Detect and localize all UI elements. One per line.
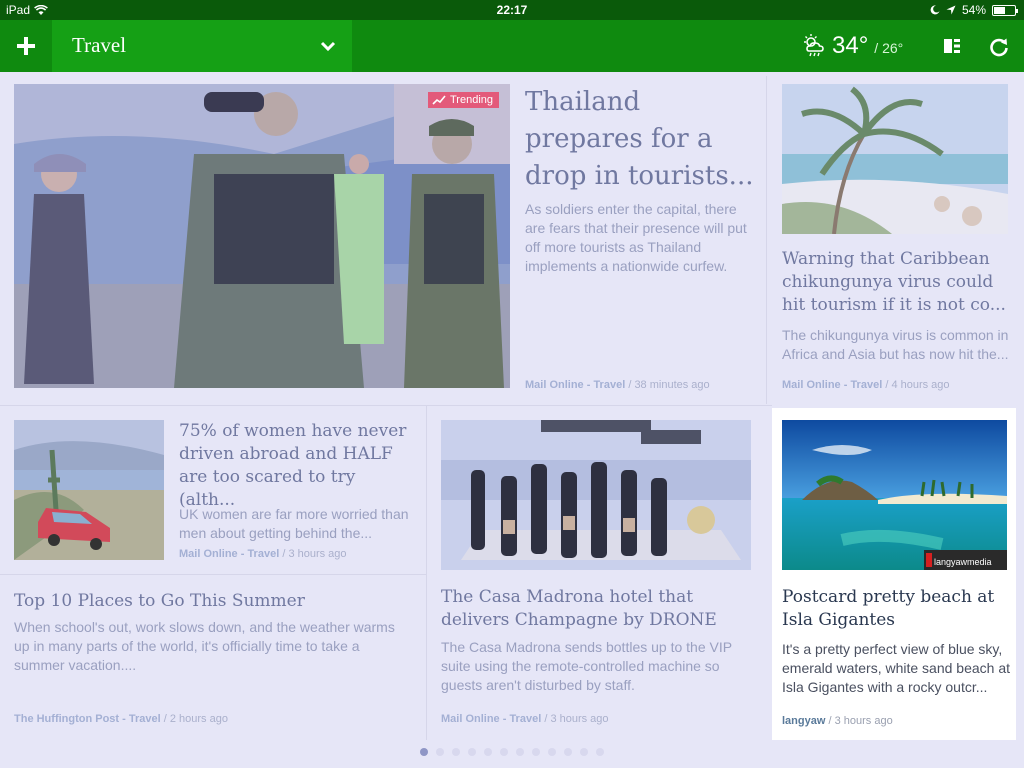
moon-icon	[930, 5, 940, 15]
article-meta: The Huffington Post - Travel / 2 hours a…	[14, 713, 228, 725]
battery-percent: 54%	[961, 3, 986, 17]
article-summary: UK women are far more worried than men a…	[179, 506, 409, 541]
article-card-highlighted[interactable]: langyawmedia Postcard pretty beach at Is…	[772, 408, 1016, 740]
article-source[interactable]: Mail Online - Travel	[441, 713, 541, 725]
section-dropdown[interactable]: Travel	[52, 20, 352, 76]
page-dot[interactable]	[436, 748, 444, 756]
refresh-icon[interactable]	[988, 36, 1010, 58]
article-grid: Trending Thailand prepares for a drop in…	[0, 72, 1024, 740]
section-title: Travel	[72, 33, 127, 57]
page-dot[interactable]	[580, 748, 588, 756]
temperature-high: 34°	[832, 32, 869, 59]
article-title: Top 10 Places to Go This Summer	[14, 591, 305, 611]
soldiers-photo	[14, 84, 510, 388]
page-dot[interactable]	[564, 748, 572, 756]
article-source[interactable]: Mail Online - Travel	[782, 379, 882, 391]
beach-palm-photo	[782, 84, 1008, 234]
article-time: / 3 hours ago	[282, 548, 347, 560]
row-divider	[0, 574, 426, 575]
article-summary: As soldiers enter the capital, there are…	[525, 201, 747, 274]
article-source[interactable]: langyaw	[782, 715, 825, 727]
article-source[interactable]: The Huffington Post - Travel	[14, 713, 161, 725]
chevron-down-icon	[320, 41, 336, 52]
page-dot[interactable]	[596, 748, 604, 756]
app-header: Travel 34° / 26°	[0, 20, 1024, 76]
article-time: / 3 hours ago	[828, 715, 893, 727]
article-image	[441, 420, 751, 570]
page-dot[interactable]	[516, 748, 524, 756]
red-car-photo	[14, 420, 164, 560]
article-time: / 4 hours ago	[885, 379, 950, 391]
article-image	[14, 420, 164, 560]
article-meta: langyaw / 3 hours ago	[782, 715, 893, 727]
trending-arrow-icon	[432, 95, 446, 105]
article-source[interactable]: Mail Online - Travel	[525, 379, 625, 391]
page-dot[interactable]	[500, 748, 508, 756]
article-meta: Mail Online - Travel / 3 hours ago	[179, 548, 347, 560]
location-arrow-icon	[946, 5, 956, 15]
article-title: 75% of women have never driven abroad an…	[179, 421, 407, 510]
layout-toggle-icon[interactable]	[942, 36, 962, 56]
page-dot[interactable]	[452, 748, 460, 756]
article-card[interactable]: Top 10 Places to Go This Summer When sch…	[14, 590, 414, 732]
article-title: Thailand prepares for a drop in tourists…	[525, 87, 754, 191]
row-divider	[0, 405, 772, 406]
page-dot[interactable]	[468, 748, 476, 756]
trending-label: Trending	[450, 94, 494, 106]
trending-badge: Trending	[428, 92, 500, 108]
page-indicator	[0, 748, 1024, 762]
article-summary: When school's out, work slows down, and …	[14, 619, 395, 673]
article-card[interactable]: Warning that Caribbean chikungunya virus…	[782, 84, 1014, 396]
column-divider	[766, 76, 767, 404]
article-title: Postcard pretty beach at Isla Gigantes	[782, 587, 995, 630]
weather-widget[interactable]: 34° / 26°	[802, 32, 903, 60]
column-divider	[426, 406, 427, 740]
article-summary: It's a pretty perfect view of blue sky, …	[782, 641, 1011, 695]
page-dot[interactable]	[420, 748, 428, 756]
champagne-drone-photo	[441, 420, 751, 570]
status-bar: iPad 22:17 54%	[0, 0, 1024, 20]
article-meta: Mail Online - Travel / 38 minutes ago	[525, 379, 710, 391]
article-title: Warning that Caribbean chikungunya virus…	[782, 249, 1006, 315]
cloud-rain-sun-icon	[804, 34, 824, 57]
article-summary: The chikungunya virus is common in Afric…	[782, 327, 1009, 362]
article-image: langyawmedia	[782, 420, 1007, 570]
page-dot[interactable]	[532, 748, 540, 756]
article-meta: Mail Online - Travel / 3 hours ago	[441, 713, 609, 725]
plus-icon	[17, 37, 35, 55]
article-meta: Mail Online - Travel / 4 hours ago	[782, 379, 950, 391]
image-watermark: langyawmedia	[934, 557, 992, 567]
article-card[interactable]: The Casa Madrona hotel that delivers Cha…	[441, 420, 753, 732]
add-section-button[interactable]	[10, 32, 42, 60]
article-card[interactable]: Trending Thailand prepares for a drop in…	[14, 84, 758, 396]
clock: 22:17	[496, 3, 528, 17]
article-card[interactable]: 75% of women have never driven abroad an…	[14, 420, 414, 565]
article-image	[782, 84, 1008, 234]
article-title: The Casa Madrona hotel that delivers Cha…	[441, 587, 717, 630]
article-summary: The Casa Madrona sends bottles up to the…	[441, 639, 732, 693]
article-source[interactable]: Mail Online - Travel	[179, 548, 279, 560]
page-dot[interactable]	[548, 748, 556, 756]
article-time: / 38 minutes ago	[628, 379, 710, 391]
page-dot[interactable]	[484, 748, 492, 756]
article-time: / 3 hours ago	[544, 713, 609, 725]
article-time: / 2 hours ago	[163, 713, 228, 725]
island-beach-photo: langyawmedia	[782, 420, 1007, 570]
temperature-low: / 26°	[874, 40, 904, 56]
battery-icon	[992, 4, 1018, 16]
article-image	[14, 84, 510, 388]
